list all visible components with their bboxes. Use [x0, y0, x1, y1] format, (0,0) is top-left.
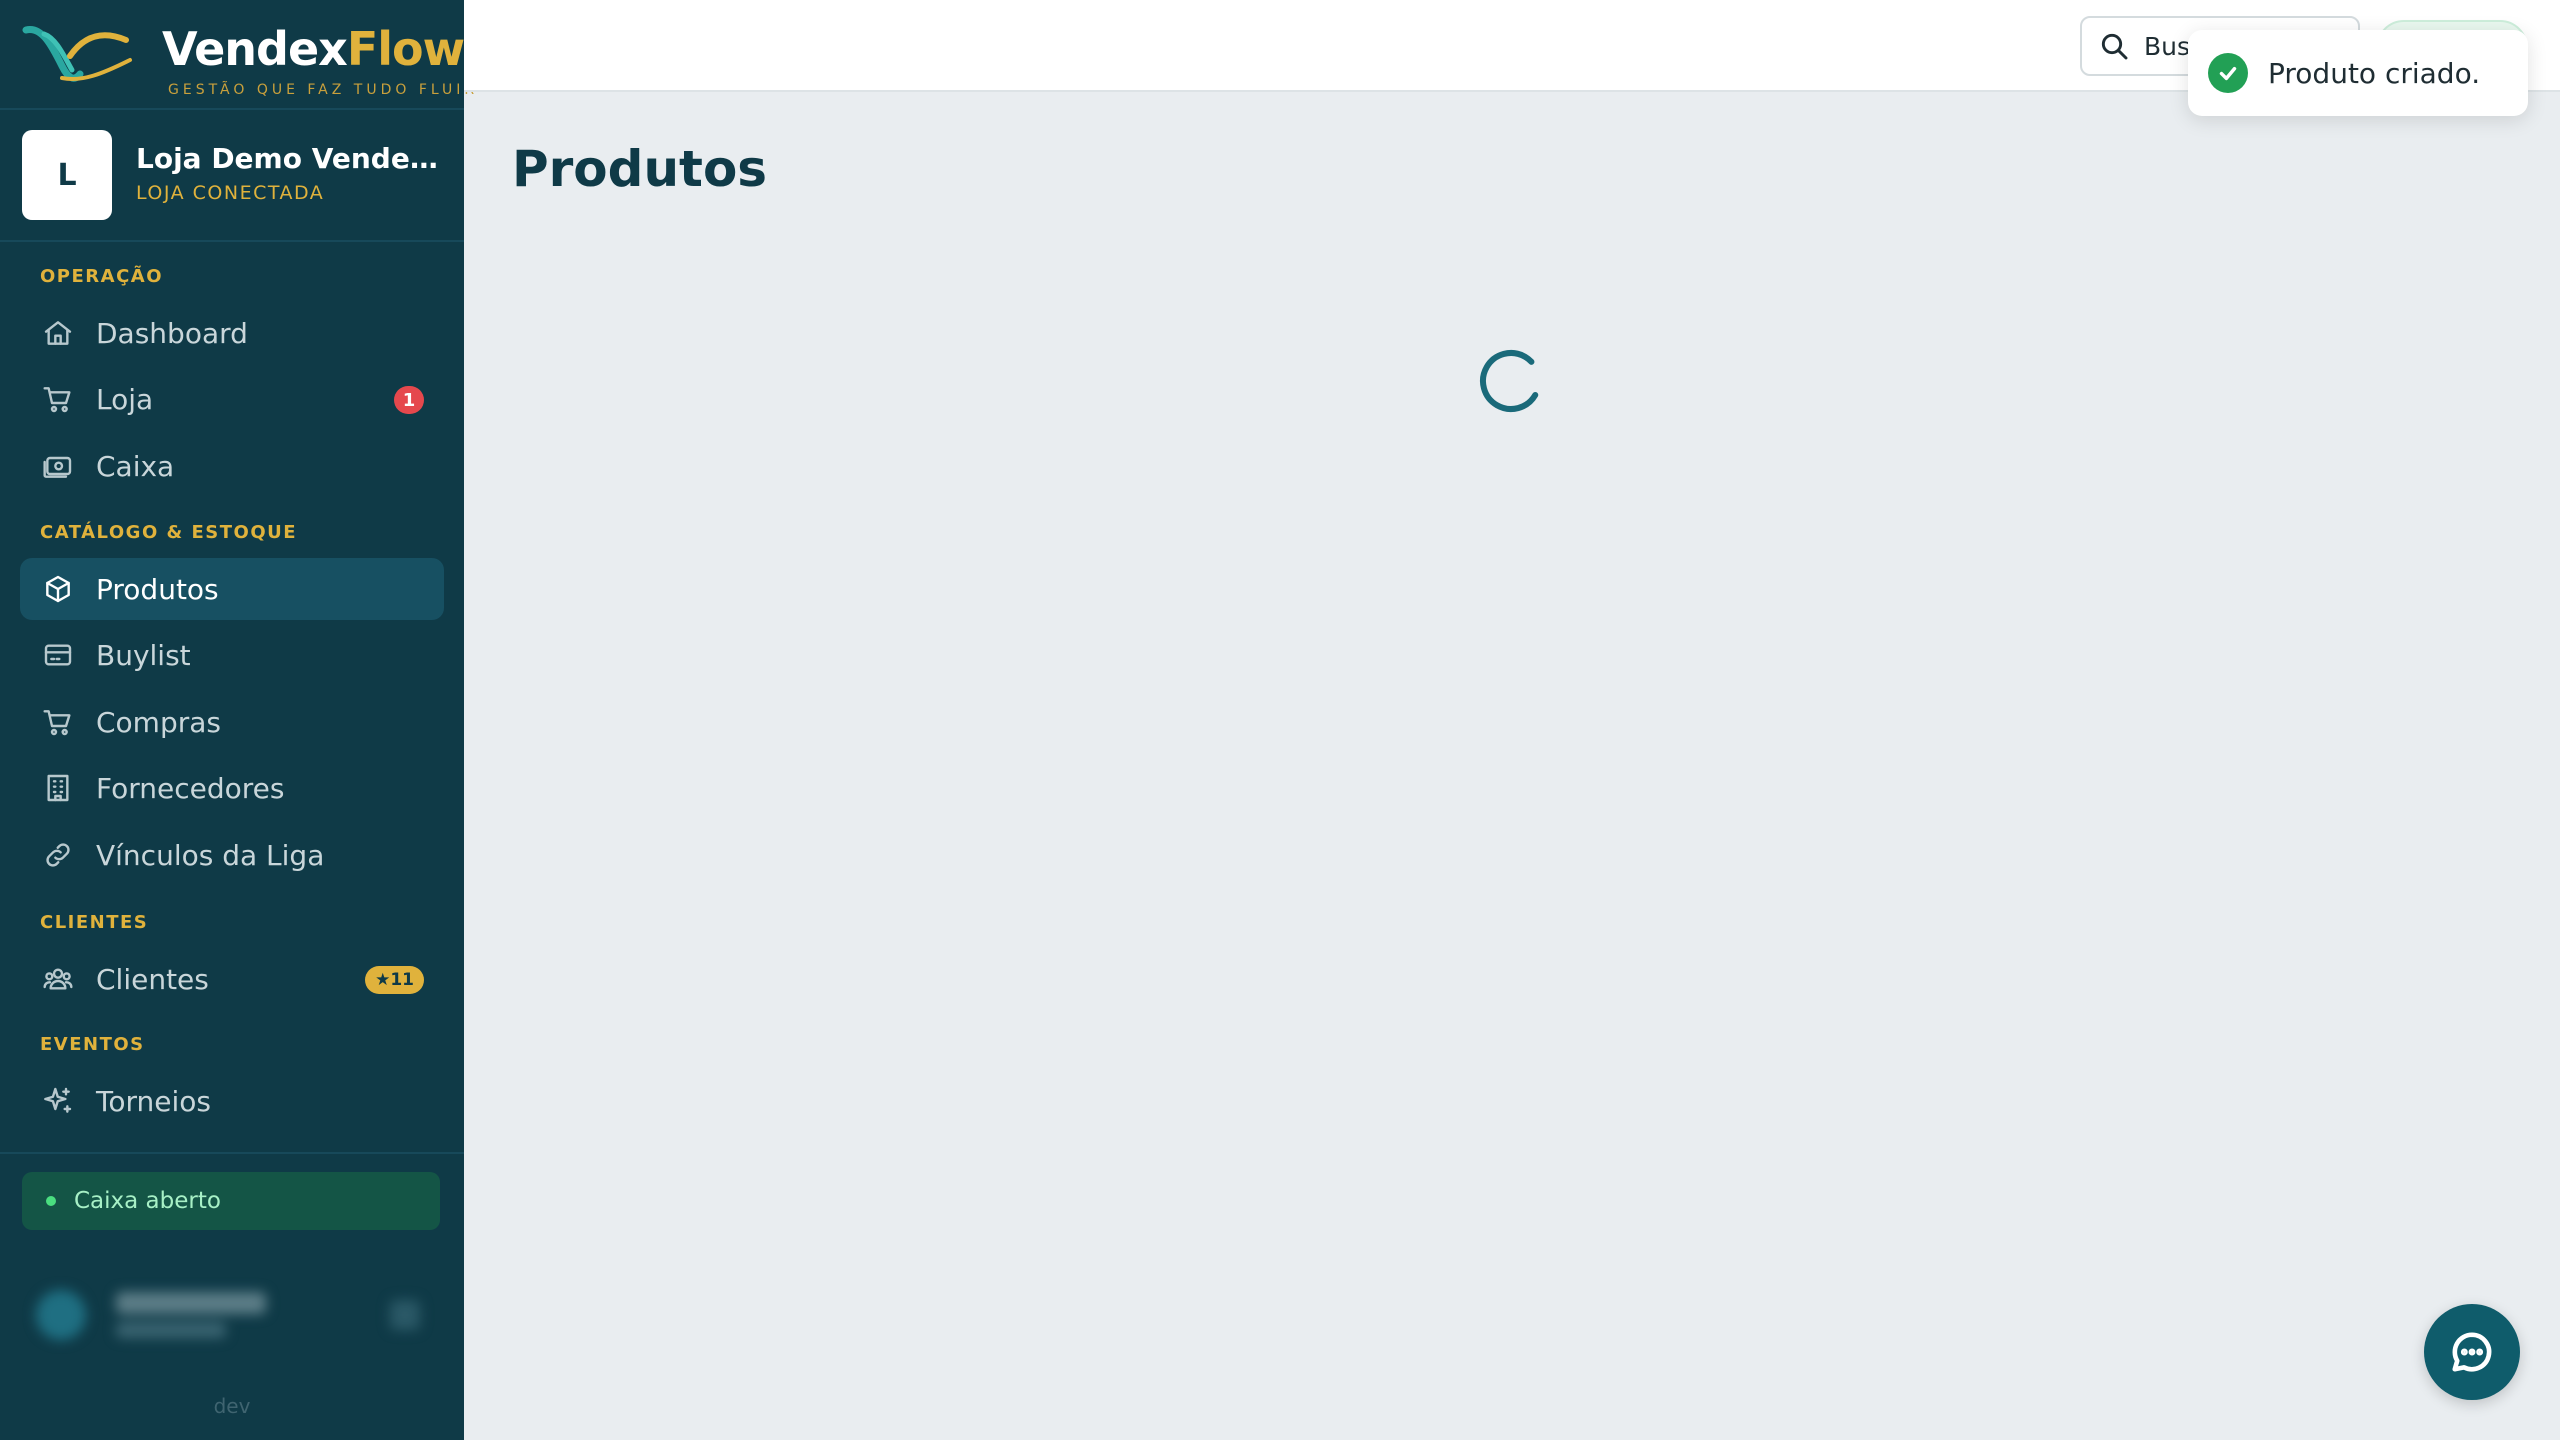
- section-eventos: EVENTOS: [40, 1034, 145, 1055]
- link-icon: [40, 837, 76, 873]
- sidebar-item-label: Produtos: [96, 572, 219, 606]
- home-icon: [40, 315, 76, 351]
- sidebar-item-label: Clientes: [96, 962, 209, 996]
- card-icon: [40, 637, 76, 673]
- brand-name: VendexFlow: [162, 22, 465, 76]
- sidebar-item-buylist[interactable]: Buylist: [20, 624, 444, 686]
- sparkles-icon: [40, 1083, 76, 1119]
- store-status: LOJA CONECTADA: [136, 182, 325, 204]
- section-operacao: OPERAÇÃO: [40, 266, 164, 287]
- store-avatar: L: [22, 130, 112, 220]
- sidebar-item-torneios[interactable]: Torneios: [20, 1070, 444, 1132]
- sidebar-item-dashboard[interactable]: Dashboard: [20, 302, 444, 364]
- sidebar-item-label: Compras: [96, 705, 221, 739]
- loading-spinner-icon: [1480, 350, 1542, 412]
- logout-icon: [390, 1300, 420, 1330]
- loyalty-badge: ★11: [365, 966, 424, 994]
- divider: [0, 108, 464, 110]
- sidebar-item-label: Caixa: [96, 449, 175, 483]
- sidebar-item-loja[interactable]: Loja 1: [20, 368, 444, 430]
- page-title: Produtos: [512, 140, 768, 198]
- sidebar-item-fornecedores[interactable]: Fornecedores: [20, 757, 444, 819]
- sidebar-item-caixa[interactable]: Caixa: [20, 435, 444, 497]
- cash-register-icon: [40, 448, 76, 484]
- vendexflow-logo-icon: [22, 26, 132, 82]
- store-switcher[interactable]: L Loja Demo VendexFlow LOJA CONECTADA: [22, 130, 446, 222]
- user-profile-blurred[interactable]: [30, 1280, 430, 1350]
- section-catalogo: CATÁLOGO & ESTOQUE: [40, 522, 298, 543]
- divider: [0, 240, 464, 242]
- sidebar: VendexFlow GESTÃO QUE FAZ TUDO FLUIR L L…: [0, 0, 474, 1440]
- cash-status-label: Caixa aberto: [74, 1188, 221, 1214]
- avatar: [36, 1290, 86, 1340]
- success-toast: Produto criado.: [2188, 30, 2528, 116]
- cash-status-indicator[interactable]: Caixa aberto: [22, 1172, 440, 1230]
- sidebar-item-label: Fornecedores: [96, 771, 285, 805]
- toast-message: Produto criado.: [2268, 56, 2481, 90]
- search-icon: [2101, 33, 2128, 60]
- sidebar-item-produtos[interactable]: Produtos: [20, 558, 444, 620]
- chat-button[interactable]: [2424, 1304, 2520, 1400]
- sidebar-item-clientes[interactable]: Clientes ★11: [20, 948, 444, 1010]
- check-circle-icon: [2208, 53, 2248, 93]
- box-icon: [40, 571, 76, 607]
- brand-logo-area[interactable]: VendexFlow GESTÃO QUE FAZ TUDO FLUIR: [22, 10, 474, 100]
- sidebar-item-label: Vínculos da Liga: [96, 838, 325, 872]
- chat-bubble-icon: [2452, 1332, 2492, 1372]
- brand-tagline: GESTÃO QUE FAZ TUDO FLUIR: [168, 82, 479, 98]
- sidebar-item-compras[interactable]: Compras: [20, 691, 444, 753]
- sidebar-item-label: Buylist: [96, 638, 191, 672]
- store-name: Loja Demo VendexFlow: [136, 142, 446, 175]
- environment-label: dev: [213, 1394, 251, 1418]
- divider: [0, 1152, 464, 1154]
- cart-icon: [40, 381, 76, 417]
- section-clientes: CLIENTES: [40, 912, 149, 933]
- notification-badge: 1: [394, 386, 424, 414]
- building-icon: [40, 770, 76, 806]
- cart-icon: [40, 704, 76, 740]
- sidebar-item-label: Torneios: [96, 1084, 211, 1118]
- sidebar-item-label: Dashboard: [96, 316, 248, 350]
- sidebar-item-vinculos[interactable]: Vínculos da Liga: [20, 824, 444, 886]
- users-icon: [40, 961, 76, 997]
- status-dot: [46, 1196, 56, 1206]
- sidebar-item-label: Loja: [96, 382, 154, 416]
